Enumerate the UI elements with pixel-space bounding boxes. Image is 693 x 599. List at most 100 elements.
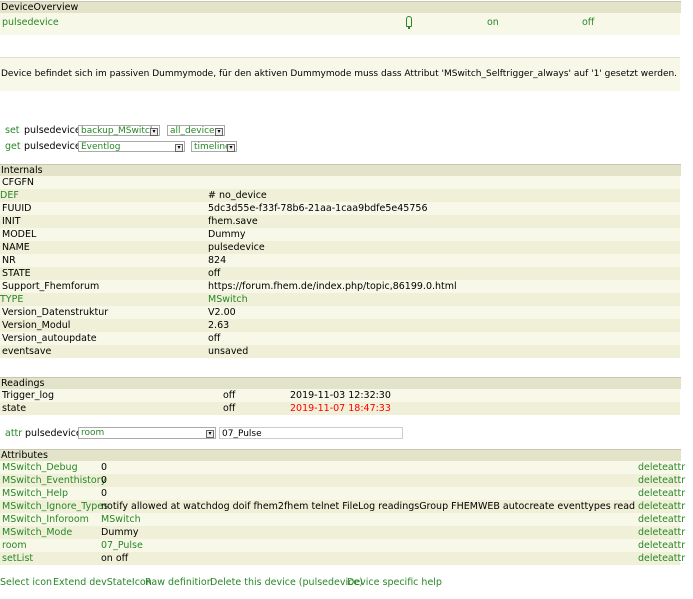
set-button[interactable]: set xyxy=(5,125,20,136)
deleteattr-link[interactable]: deleteattr xyxy=(638,526,685,539)
reading-value: off xyxy=(223,403,236,414)
internal-name[interactable]: DEF xyxy=(0,189,19,202)
device-overview-header: DeviceOverview xyxy=(0,1,681,13)
deleteattr-link[interactable]: deleteattr xyxy=(638,487,685,500)
footer-link[interactable]: Delete this device (pulsedevice) xyxy=(210,577,363,588)
internal-value: pulsedevice xyxy=(208,242,265,253)
internal-name: MODEL xyxy=(2,229,37,240)
internal-name: INIT xyxy=(2,216,21,227)
notice-text: Device befindet sich im passiven Dummymo… xyxy=(0,69,678,79)
attribute-name[interactable]: room xyxy=(2,539,27,552)
attribute-value: MSwitch xyxy=(101,514,141,525)
internal-name: Support_Fhemforum xyxy=(2,281,100,292)
get-button[interactable]: get xyxy=(5,141,21,152)
internal-name: Version_autoupdate xyxy=(2,333,97,344)
attribute-row: MSwitch_Help 0 deleteattr xyxy=(0,487,685,500)
chevron-down-icon: ▾ xyxy=(227,144,235,152)
attribute-name[interactable]: MSwitch_Help xyxy=(2,487,68,500)
deleteattr-link[interactable]: deleteattr xyxy=(638,513,685,526)
deleteattr-link[interactable]: deleteattr xyxy=(638,552,685,565)
attr-button[interactable]: attr xyxy=(5,428,22,439)
attr-value-input[interactable]: 07_Pulse xyxy=(219,427,403,439)
attributes-header: Attributes xyxy=(0,449,681,461)
attr-row: attr pulsedevice room ▾ 07_Pulse xyxy=(0,427,680,441)
internal-name: NR xyxy=(2,255,16,266)
set-row: set pulsedevice backup_MSwitch ▾ all_devi… xyxy=(0,125,680,139)
internals-header: Internals xyxy=(0,164,681,176)
device-overview-title: DeviceOverview xyxy=(1,2,79,13)
attributes-table: MSwitch_Debug 0 deleteattr MSwitch_Eventhis… xyxy=(0,461,685,565)
attribute-row: MSwitch_Ignore_Types notify allowed at wa… xyxy=(0,500,685,513)
get-argument-select[interactable]: timeline ▾ xyxy=(191,141,237,152)
cmd-off-link[interactable]: off xyxy=(582,17,594,28)
attribute-value: 0 xyxy=(101,475,108,486)
attribute-name[interactable]: setList xyxy=(2,552,33,565)
deleteattr-link[interactable]: deleteattr xyxy=(638,539,685,552)
attr-select[interactable]: room ▾ xyxy=(78,427,216,439)
attribute-name[interactable]: MSwitch_Eventhistory xyxy=(2,474,106,487)
attribute-row: MSwitch_Mode Dummy deleteattr xyxy=(0,526,685,539)
attr-device-label: pulsedevice xyxy=(25,428,82,439)
attribute-value: notify allowed at watchdog doif fhem2fhe… xyxy=(101,501,635,512)
get-command-select[interactable]: Eventlog ▾ xyxy=(78,141,185,152)
attribute-value: on off xyxy=(101,553,129,564)
internal-name: STATE xyxy=(2,268,31,279)
device-overview-row: pulsedevice on off xyxy=(0,13,680,35)
internals-table: CFGFN DEF # no_device FUUID 5dc3d55e-f33f-78… xyxy=(0,176,680,358)
footer-link[interactable]: Select icon xyxy=(0,577,52,588)
chevron-down-icon: ▾ xyxy=(215,128,223,136)
internal-value: 5dc3d55e-f33f-78b6-21aa-1caa9bdfe5e45756 xyxy=(208,203,428,214)
reading-time: 2019-11-07 18:47:33 xyxy=(290,403,391,414)
attribute-row: MSwitch_Debug 0 deleteattr xyxy=(0,461,685,474)
attribute-row: room 07_Pulse deleteattr xyxy=(0,539,685,552)
internal-value: Dummy xyxy=(208,229,246,240)
internal-row: MODEL Dummy xyxy=(0,228,680,241)
footer-link[interactable]: Device specific help xyxy=(347,577,442,588)
get-row: get pulsedevice Eventlog ▾ timeline ▾ xyxy=(0,141,680,155)
internal-row: INIT fhem.save xyxy=(0,215,680,228)
internal-row: eventsave unsaved xyxy=(0,345,680,358)
internal-value: off xyxy=(208,268,221,279)
set-command-select[interactable]: backup_MSwitch ▾ xyxy=(78,125,160,136)
chevron-down-icon: ▾ xyxy=(150,128,158,136)
internal-row: STATE off xyxy=(0,267,680,280)
attribute-name[interactable]: MSwitch_Inforoom xyxy=(2,513,89,526)
internal-value: # no_device xyxy=(208,190,267,201)
set-argument-select[interactable]: all_devices ▾ xyxy=(167,125,225,136)
attribute-row: setList on off deleteattr xyxy=(0,552,685,565)
internal-value: off xyxy=(208,333,221,344)
internal-row: Support_Fhemforum https://forum.fhem.de/i… xyxy=(0,280,680,293)
attribute-name[interactable]: MSwitch_Ignore_Types xyxy=(2,500,108,513)
readings-header: Readings xyxy=(0,377,681,389)
internal-value[interactable]: MSwitch xyxy=(208,293,248,306)
internal-name: Version_Datenstruktur xyxy=(2,307,109,318)
internal-value: 2.63 xyxy=(208,320,230,331)
internal-value: V2.00 xyxy=(208,307,236,318)
footer-link[interactable]: Extend devStateIcon xyxy=(53,577,152,588)
attribute-name[interactable]: MSwitch_Debug xyxy=(2,461,78,474)
internal-name[interactable]: TYPE xyxy=(0,293,23,306)
reading-name: Trigger_log xyxy=(2,390,54,401)
attribute-value: Dummy xyxy=(101,527,139,538)
readings-table: Trigger_log off 2019-11-03 12:32:30 state of… xyxy=(0,389,680,415)
footer-link[interactable]: Raw definition xyxy=(145,577,213,588)
internal-value: 824 xyxy=(208,255,227,266)
attribute-row: MSwitch_Eventhistory 0 deleteattr xyxy=(0,474,685,487)
internal-name: CFGFN xyxy=(2,177,35,188)
deleteattr-link[interactable]: deleteattr xyxy=(638,500,685,513)
internal-row: FUUID 5dc3d55e-f33f-78b6-21aa-1caa9bdfe5e… xyxy=(0,202,680,215)
internal-row: Version_Datenstruktur V2.00 xyxy=(0,306,680,319)
deleteattr-link[interactable]: deleteattr xyxy=(638,461,685,474)
attribute-value: 07_Pulse xyxy=(101,540,143,551)
lightbulb-icon[interactable] xyxy=(406,16,412,29)
device-name-link[interactable]: pulsedevice xyxy=(2,17,59,28)
internal-value: unsaved xyxy=(208,346,249,357)
internal-row: DEF # no_device xyxy=(0,189,680,202)
cmd-on-link[interactable]: on xyxy=(487,17,499,28)
attribute-value: 0 xyxy=(101,488,108,499)
attribute-name[interactable]: MSwitch_Mode xyxy=(2,526,72,539)
deleteattr-link[interactable]: deleteattr xyxy=(638,474,685,487)
chevron-down-icon: ▾ xyxy=(175,144,183,152)
reading-row: state off 2019-11-07 18:47:33 xyxy=(0,402,680,415)
reading-time: 2019-11-03 12:32:30 xyxy=(290,390,391,401)
